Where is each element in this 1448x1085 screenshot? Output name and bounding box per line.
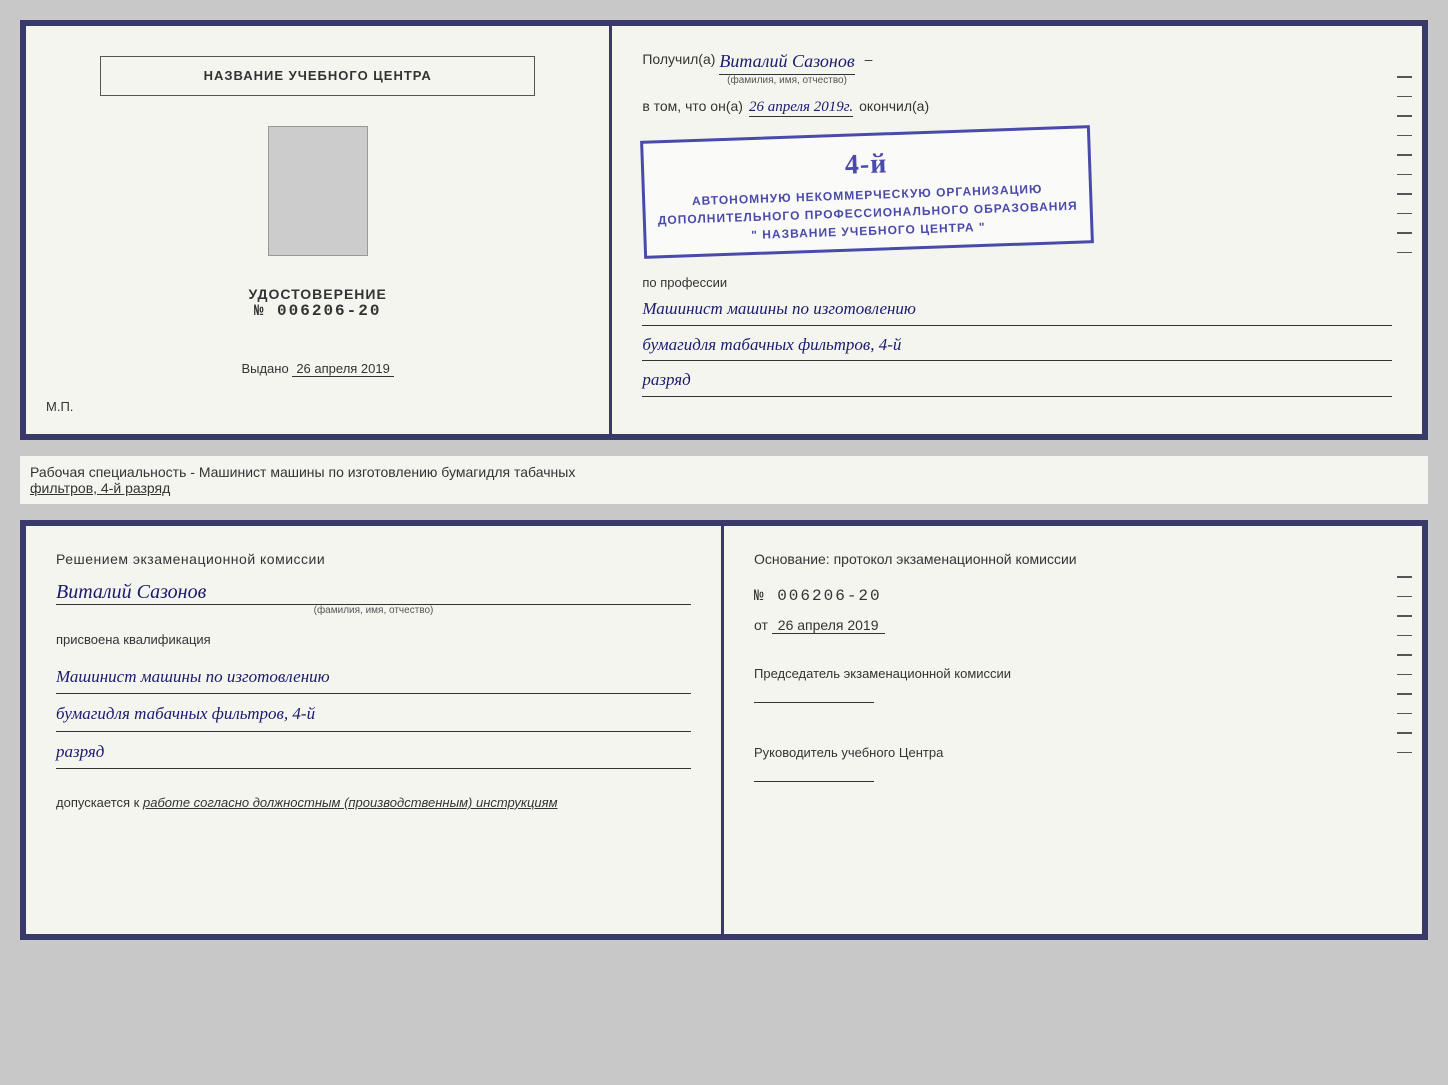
cert-right: Получил(а) Виталий Сазонов (фамилия, имя… bbox=[612, 26, 1422, 434]
dash-8 bbox=[1397, 213, 1412, 215]
profession-line2: бумагидля табачных фильтров, 4-й bbox=[642, 330, 1392, 362]
dash-5 bbox=[1397, 154, 1412, 156]
cert-title-text: НАЗВАНИЕ УЧЕБНОГО ЦЕНТРА bbox=[204, 68, 432, 83]
dash-1 bbox=[1397, 76, 1412, 78]
cert-number: № 006206-20 bbox=[254, 302, 382, 320]
rukovoditel-block: Руководитель учебного Центра bbox=[754, 744, 1392, 787]
poluchil-block: Получил(а) Виталий Сазонов (фамилия, имя… bbox=[642, 51, 1392, 86]
profession-line1: Машинист машины по изготовлению bbox=[642, 294, 1392, 326]
dopuskaetsya-block: допускается к работе согласно должностны… bbox=[56, 795, 691, 810]
certificate-bottom: Решением экзаменационной комиссии Витали… bbox=[20, 520, 1428, 940]
dash-4 bbox=[1397, 135, 1412, 137]
dash-10 bbox=[1397, 252, 1412, 254]
fio-sub: (фамилия, имя, отчество) bbox=[719, 75, 854, 86]
cert-title-block: НАЗВАНИЕ УЧЕБНОГО ЦЕНТРА bbox=[100, 56, 535, 96]
rukovoditel-label: Руководитель учебного Центра bbox=[754, 744, 1392, 762]
prisvoena-label: присвоена квалификация bbox=[56, 632, 691, 647]
predsedatel-block: Председатель экзаменационной комиссии bbox=[754, 665, 1392, 708]
prot-number: № 006206-20 bbox=[754, 587, 1392, 605]
dash-3 bbox=[1397, 115, 1412, 117]
bottom-name-block: Виталий Сазонов (фамилия, имя, отчество) bbox=[56, 581, 691, 616]
dash-7 bbox=[1397, 193, 1412, 195]
page-wrapper: НАЗВАНИЕ УЧЕБНОГО ЦЕНТРА УДОСТОВЕРЕНИЕ №… bbox=[20, 20, 1428, 940]
cert-stamp: 4-й АВТОНОМНУЮ НЕКОММЕРЧЕСКУЮ ОРГАНИЗАЦИ… bbox=[640, 125, 1094, 259]
info-line: Рабочая специальность - Машинист машины … bbox=[20, 456, 1428, 504]
predsedatel-signature-line bbox=[754, 683, 874, 703]
rukovoditel-signature-line bbox=[754, 762, 874, 782]
mp-label: М.П. bbox=[46, 399, 73, 414]
ot-line: от 26 апреля 2019 bbox=[754, 617, 1392, 633]
bottom-recipient-name: Виталий Сазонов bbox=[56, 581, 691, 605]
vtom-date: 26 апреля 2019г. bbox=[749, 99, 853, 117]
udostoverenie-block: УДОСТОВЕРЕНИЕ № 006206-20 bbox=[248, 286, 386, 320]
bottom-right-dashes bbox=[1397, 576, 1412, 753]
profession-line3: разряд bbox=[642, 365, 1392, 397]
right-dashes bbox=[1397, 76, 1412, 253]
resheniem-title: Решением экзаменационной комиссии bbox=[56, 551, 691, 567]
osnovaniye-label: Основание: протокол экзаменационной коми… bbox=[754, 551, 1392, 567]
dash-9 bbox=[1397, 232, 1412, 234]
dash-2 bbox=[1397, 96, 1412, 98]
qual-line1: Машинист машины по изготовлению bbox=[56, 661, 691, 694]
cert-left: НАЗВАНИЕ УЧЕБНОГО ЦЕНТРА УДОСТОВЕРЕНИЕ №… bbox=[26, 26, 612, 434]
dopusk-text: работе согласно должностным (производств… bbox=[143, 795, 558, 810]
recipient-name: Виталий Сазонов bbox=[719, 51, 854, 75]
certificate-top: НАЗВАНИЕ УЧЕБНОГО ЦЕНТРА УДОСТОВЕРЕНИЕ №… bbox=[20, 20, 1428, 440]
bottom-left: Решением экзаменационной комиссии Витали… bbox=[26, 526, 724, 934]
udostoverenie-label: УДОСТОВЕРЕНИЕ bbox=[248, 286, 386, 302]
photo-placeholder bbox=[268, 126, 368, 256]
qual-line3: разряд bbox=[56, 736, 691, 769]
dash-6 bbox=[1397, 174, 1412, 176]
info-underlined: фильтров, 4-й разряд bbox=[30, 480, 170, 496]
predsedatel-label: Председатель экзаменационной комиссии bbox=[754, 665, 1392, 683]
vydano-block: Выдано 26 апреля 2019 bbox=[241, 360, 393, 378]
qual-block: Машинист машины по изготовлению бумагидл… bbox=[56, 657, 691, 769]
qual-line2: бумагидля табачных фильтров, 4-й bbox=[56, 698, 691, 731]
stamp-block: 4-й АВТОНОМНУЮ НЕКОММЕРЧЕСКУЮ ОРГАНИЗАЦИ… bbox=[642, 133, 1392, 251]
professii-block: по профессии Машинист машины по изготовл… bbox=[642, 275, 1392, 397]
vydano-line: Выдано 26 апреля 2019 bbox=[241, 361, 393, 376]
vtom-block: в том, что он(а) 26 апреля 2019г. окончи… bbox=[642, 98, 1392, 117]
bottom-name-sub: (фамилия, имя, отчество) bbox=[56, 605, 691, 616]
bottom-right: Основание: протокол экзаменационной коми… bbox=[724, 526, 1422, 934]
